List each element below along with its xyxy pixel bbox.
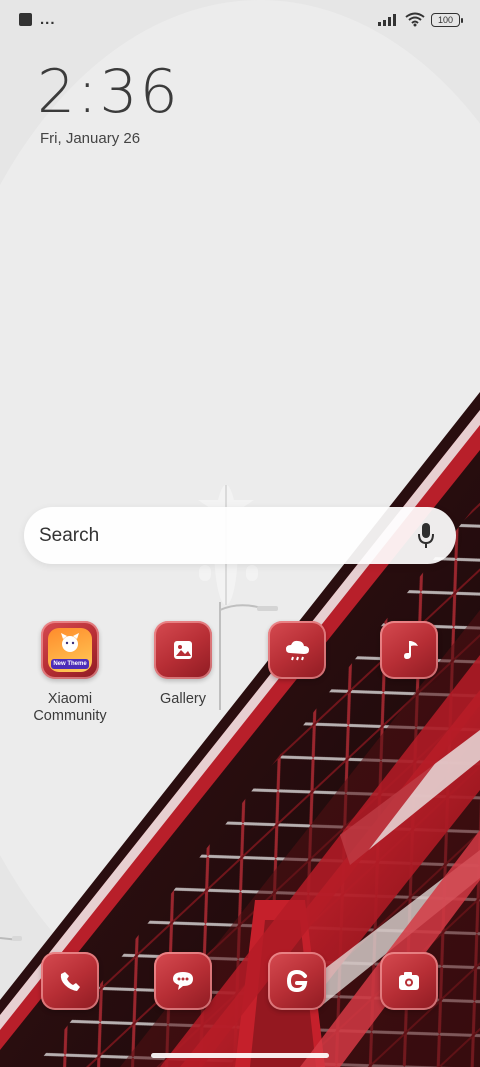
music-icon — [380, 621, 438, 679]
status-right-group: 100 — [377, 12, 463, 27]
search-placeholder: Search — [39, 525, 100, 546]
notification-square-icon — [19, 13, 32, 26]
phone-handset-icon — [60, 972, 80, 991]
signal-icon — [378, 13, 396, 26]
wifi-icon — [405, 12, 425, 27]
app-gallery[interactable]: Gallery — [128, 621, 238, 708]
dock-phone[interactable] — [15, 952, 125, 1010]
dock-camera[interactable] — [354, 952, 464, 1010]
phone-icon — [41, 952, 99, 1010]
messages-icon — [154, 952, 212, 1010]
app-xiaomi-community[interactable]: New Theme Xiaomi Community — [15, 621, 125, 725]
message-bubble-icon — [173, 972, 193, 990]
app-weather[interactable] — [242, 621, 352, 679]
microphone-icon[interactable] — [414, 521, 438, 551]
google-g-icon — [286, 969, 308, 993]
clock-time: 2:36 — [37, 57, 180, 127]
music-note-icon — [404, 641, 418, 659]
xiaomi-community-icon: New Theme — [41, 621, 99, 679]
camera-lens-icon — [399, 972, 419, 990]
camera-icon — [380, 952, 438, 1010]
app-music[interactable] — [354, 621, 464, 679]
search-bar[interactable]: Search — [24, 507, 456, 564]
xiaomi-community-label: Xiaomi Community — [33, 691, 107, 724]
gallery-icon — [154, 621, 212, 679]
google-icon — [268, 952, 326, 1010]
weather-icon — [268, 621, 326, 679]
dock-google[interactable] — [242, 952, 352, 1010]
status-bar: ... 100 — [0, 0, 480, 42]
status-left-group: ... — [19, 11, 56, 28]
gallery-label: Gallery — [160, 691, 206, 707]
home-indicator[interactable] — [151, 1053, 329, 1058]
more-notifications-indicator: ... — [40, 11, 56, 28]
gallery-picture-icon — [174, 641, 192, 659]
new-theme-badge: New Theme — [51, 659, 89, 669]
dock-messages[interactable] — [128, 952, 238, 1010]
battery-indicator: 100 — [431, 12, 463, 27]
home-screen: ... 100 2:36 Fri, January 26 Search New … — [0, 0, 480, 1067]
date-label: Fri, January 26 — [40, 130, 141, 147]
cloud-rain-icon — [286, 640, 309, 661]
